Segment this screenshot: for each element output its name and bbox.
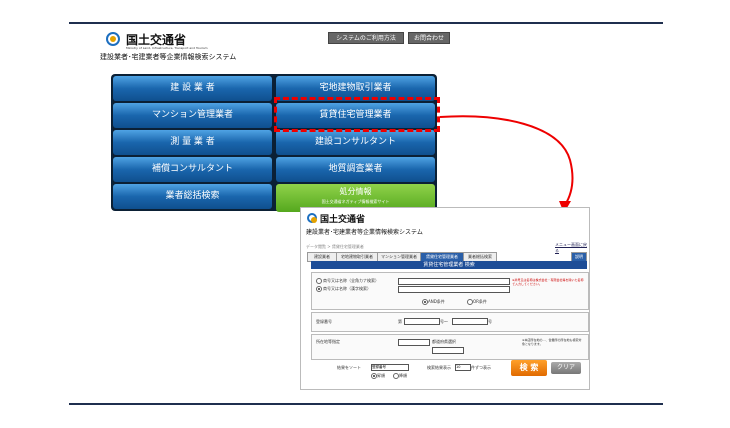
menu-surveying[interactable]: 測 量 業 者 — [113, 130, 272, 155]
shot-name-input[interactable] — [398, 278, 510, 285]
shot-loc-label: 所在地等指定 — [316, 339, 340, 344]
bottom-rule — [69, 403, 663, 405]
shot-count-suffix: 件ずつ表示 — [471, 365, 491, 370]
shot-loc-note: ※本店所在地の…、営業所の所在地も検索対象となります。 — [522, 338, 582, 346]
shot-radio-kana[interactable] — [316, 278, 322, 284]
usage-button[interactable]: システムのご利用方法 — [328, 32, 404, 44]
shot-pref-select[interactable] — [398, 339, 430, 346]
shot-registration-section: 登録番号 第 号～ 号 — [311, 312, 589, 332]
shot-reg-to-input[interactable] — [452, 318, 488, 325]
shot-count-label: 検索結果表示 — [427, 365, 451, 370]
shot-reg-label: 登録番号 — [316, 319, 332, 324]
shot-label-kana: 商号又は名称（全角カナ検索） — [323, 278, 379, 283]
ministry-english: Ministry of Land, Infrastructure, Transp… — [126, 46, 208, 50]
shot-search-button[interactable]: 検 索 — [511, 360, 547, 376]
menu-comprehensive-search[interactable]: 業者総括検索 — [113, 184, 272, 209]
shot-title-bar: 賃貸住宅管理業者 検索 — [311, 261, 587, 269]
menu-construction[interactable]: 建 設 業 者 — [113, 76, 272, 101]
shot-location-section: 所在地等指定 都道府県選択 ※本店所在地の…、営業所の所在地も検索対象となります… — [311, 334, 589, 360]
shot-ministry-name: 国土交通省 — [320, 215, 366, 225]
shot-breadcrumb: データ閲覧 > 賃貸住宅管理業者 — [306, 244, 364, 249]
shot-logo-icon — [307, 213, 317, 223]
menu-condo-management[interactable]: マンション管理業者 — [113, 103, 272, 128]
mlit-logo-icon — [106, 32, 120, 46]
shot-sort-select[interactable]: 登録番号 — [371, 364, 409, 371]
shot-pref-label: 都道府県選択 — [432, 339, 456, 344]
category-menu: 建 設 業 者 宅地建物取引業者 マンション管理業者 賃貸住宅管理業者 測 量 … — [111, 74, 437, 212]
shot-asc-label: 昇順 — [377, 373, 385, 378]
contact-button[interactable]: お問合わせ — [408, 32, 450, 44]
menu-compensation-consultant[interactable]: 補償コンサルタント — [113, 157, 272, 182]
shot-radio-kanji[interactable] — [316, 286, 322, 292]
search-screen-screenshot: 国土交通省 建設業者･宅建業者等企業情報検索システム メニュー画面に戻る データ… — [300, 207, 590, 390]
menu-geological-survey[interactable]: 地質調査業者 — [276, 157, 435, 182]
top-rule — [69, 22, 663, 24]
shot-reg-mid: 号～ — [440, 319, 448, 324]
shot-city-select[interactable] — [432, 347, 464, 354]
disposal-title: 処分情報 — [339, 187, 372, 196]
shot-reg-from-input[interactable] — [404, 318, 440, 325]
shot-count-select[interactable]: 10 — [455, 364, 471, 371]
shot-label-kanji: 商号又は名称（漢字検索） — [323, 286, 371, 291]
shot-clear-button[interactable]: クリア — [551, 362, 581, 374]
menu-construction-consultant[interactable]: 建設コンサルタント — [276, 130, 435, 155]
shot-label-and: AND条件 — [428, 299, 445, 304]
shot-name-section: 商号又は名称（全角カナ検索） 商号又は名称（漢字検索） ※商号又は名称は株式会社… — [311, 272, 589, 310]
shot-reg-prefix: 第 — [398, 319, 402, 324]
disposal-subtitle: 国土交通省ネガティブ情報検索サイト — [321, 199, 390, 204]
shot-desc-label: 降順 — [399, 373, 407, 378]
system-name: 建設業者･宅建業者等企業情報検索システム — [100, 53, 237, 61]
shot-system-name: 建設業者･宅建業者等企業情報検索システム — [306, 229, 423, 236]
shot-reg-suffix: 号 — [488, 319, 492, 324]
shot-sort-label: 結果をソート — [337, 365, 361, 370]
shot-name-input-2[interactable] — [398, 286, 510, 293]
pointer-arrow-icon — [439, 115, 574, 213]
highlight-rental-housing — [274, 97, 440, 132]
shot-name-note: ※商号又は名称は株式会社・有限会社等を除いた名称で入力してください。 — [512, 278, 584, 286]
shot-label-or: OR条件 — [473, 299, 487, 304]
